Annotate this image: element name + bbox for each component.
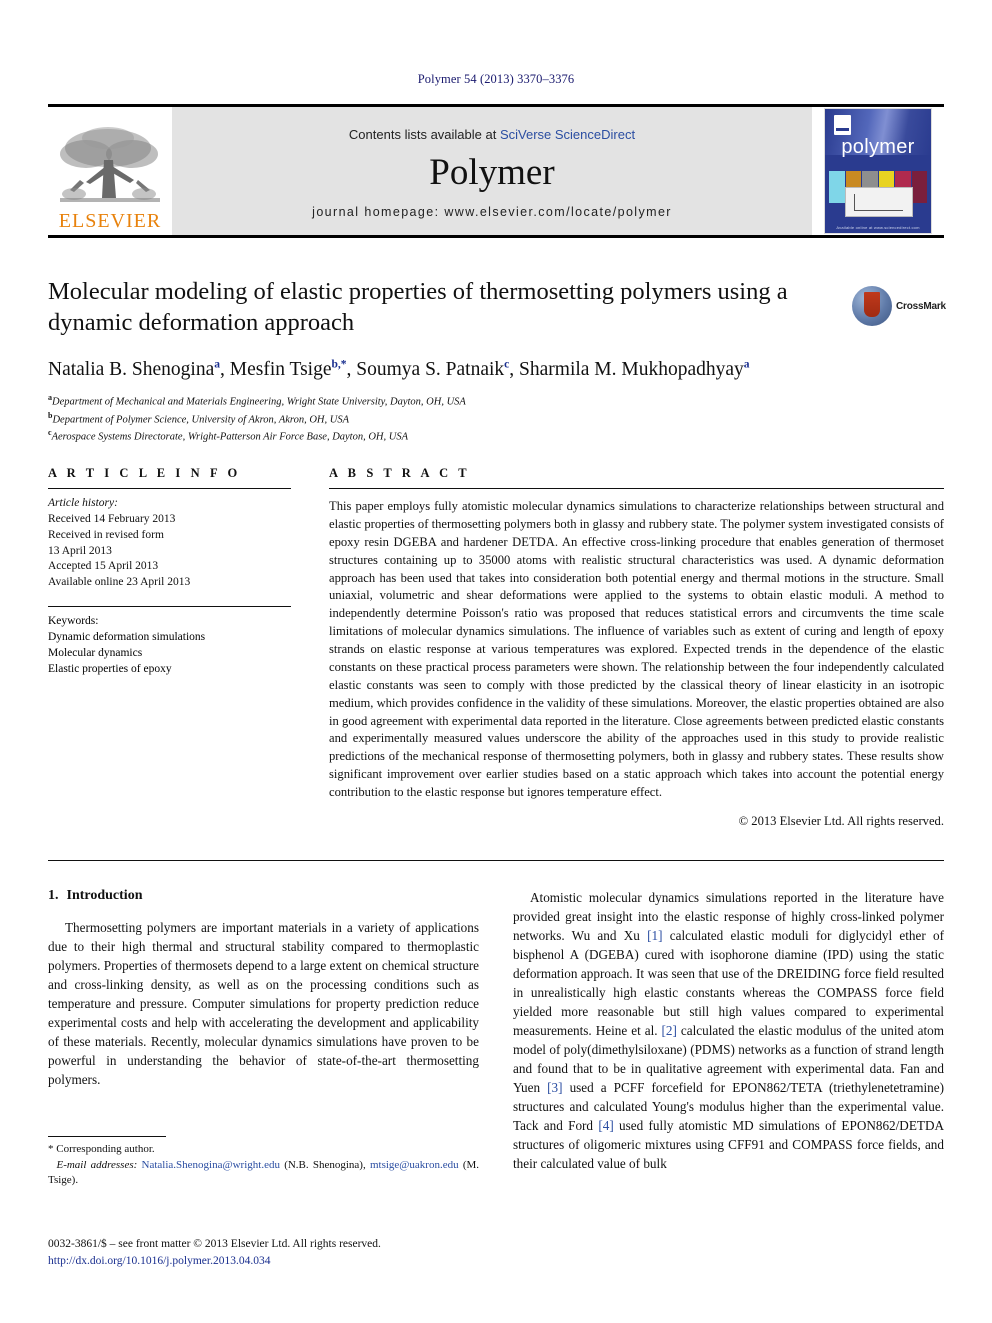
author-name: Mesfin Tsige <box>229 358 332 380</box>
journal-cover-thumbnail: polymer Available online at www.scienced… <box>812 107 944 235</box>
contents-available-line: Contents lists available at SciVerse Sci… <box>349 127 635 142</box>
paragraph: Atomistic molecular dynamics simulations… <box>513 888 944 1173</box>
affiliation-text: Department of Mechanical and Materials E… <box>52 396 466 408</box>
article-history-item: 13 April 2013 <box>48 544 112 557</box>
corresponding-author-note: * Corresponding author. <box>48 1143 155 1155</box>
abstract-copyright: © 2013 Elsevier Ltd. All rights reserved… <box>738 813 944 828</box>
affiliation-list: aDepartment of Mechanical and Materials … <box>48 392 944 445</box>
page-footer: 0032-3861/$ – see front matter © 2013 El… <box>48 1236 608 1271</box>
email-owner-1: (N.B. Shenogina), <box>284 1158 366 1171</box>
cover-journal-title: polymer <box>841 136 915 158</box>
info-abstract-row: A R T I C L E I N F O Article history: R… <box>48 466 944 829</box>
abstract-heading: A B S T R A C T <box>329 466 471 480</box>
body-column-right: Atomistic molecular dynamics simulations… <box>513 888 944 1182</box>
sciencedirect-link[interactable]: SciVerse ScienceDirect <box>500 127 635 142</box>
email-label: E-mail addresses: <box>56 1158 138 1171</box>
article-first-page: Polymer 54 (2013) 3370–3376 ELSEVIER Con… <box>0 0 992 1323</box>
title-block: Molecular modeling of elastic properties… <box>48 276 946 445</box>
citation-link[interactable]: [2] <box>662 1023 677 1038</box>
affiliation-item: cAerospace Systems Directorate, Wright-P… <box>48 427 944 445</box>
author-entry: Natalia B. Shenoginaa <box>48 358 221 380</box>
email-link-2[interactable]: mtsige@uakron.edu <box>370 1159 459 1171</box>
affiliation-item: bDepartment of Polymer Science, Universi… <box>48 410 944 428</box>
abstract-bottom-rule <box>48 860 944 861</box>
article-history-item: Received in revised form <box>48 528 164 541</box>
journal-masthead: ELSEVIER Contents lists available at Sci… <box>48 104 944 238</box>
section-number: 1. <box>48 888 59 903</box>
author-entry: Mesfin Tsigeb,* <box>229 358 347 380</box>
author-name: Soumya S. Patnaik <box>356 358 505 380</box>
article-history-label: Article history: <box>48 497 118 509</box>
article-info-column: A R T I C L E I N F O Article history: R… <box>48 466 291 829</box>
email-addresses-note: E-mail addresses: Natalia.Shenogina@wrig… <box>48 1158 479 1189</box>
elsevier-logo: ELSEVIER <box>48 107 172 235</box>
footnote-block: * Corresponding author. E-mail addresses… <box>48 1136 479 1189</box>
article-history-item: Available online 23 April 2013 <box>48 576 191 589</box>
article-info-heading: A R T I C L E I N F O <box>48 466 241 480</box>
running-head: Polymer 54 (2013) 3370–3376 <box>417 72 575 86</box>
doi-link[interactable]: http://dx.doi.org/10.1016/j.polymer.2013… <box>48 1253 608 1270</box>
citation-link[interactable]: [3] <box>547 1080 562 1095</box>
affiliation-text: Aerospace Systems Directorate, Wright-Pa… <box>51 431 409 443</box>
article-history-block: Article history: Received 14 February 20… <box>48 489 291 591</box>
author-affil-mark: c <box>504 358 510 371</box>
citation-link[interactable]: [1] <box>647 928 662 943</box>
crossmark-badge[interactable]: CrossMark <box>852 284 946 328</box>
author-affil-mark: b,* <box>331 358 347 371</box>
keyword-item: Dynamic deformation simulations <box>48 631 206 644</box>
paragraph: Thermosetting polymers are important mat… <box>48 920 479 1087</box>
cover-footer-text: Available online at www.sciencedirect.co… <box>836 225 920 230</box>
issn-front-matter-line: 0032-3861/$ – see front matter © 2013 El… <box>48 1238 381 1250</box>
page-title: Molecular modeling of elastic properties… <box>48 278 788 337</box>
article-history-item: Received 14 February 2013 <box>48 512 176 525</box>
keywords-label: Keywords: <box>48 615 99 628</box>
abstract-text: This paper employs fully atomistic molec… <box>329 499 944 799</box>
article-history-item: Accepted 15 April 2013 <box>48 560 159 573</box>
keyword-item: Elastic properties of epoxy <box>48 662 172 675</box>
paragraph-text: calculated elastic moduli for diglycidyl… <box>513 928 944 1038</box>
author-affil-mark: a <box>214 358 221 371</box>
elsevier-wordmark: ELSEVIER <box>58 210 162 232</box>
author-list: Natalia B. Shenoginaa, Mesfin Tsigeb,*, … <box>48 358 750 380</box>
journal-title: Polymer <box>429 152 555 193</box>
email-link-1[interactable]: Natalia.Shenogina@wright.edu <box>142 1159 280 1171</box>
crossmark-label: CrossMark <box>896 300 946 312</box>
cover-inset-figure <box>845 187 913 217</box>
affiliation-item: aDepartment of Mechanical and Materials … <box>48 392 944 410</box>
keywords-block: Keywords: Dynamic deformation simulation… <box>48 607 291 677</box>
section-title-text: Introduction <box>66 888 143 903</box>
author-entry: Soumya S. Patnaikc <box>356 358 510 380</box>
section-heading-introduction: 1. Introduction <box>48 888 479 904</box>
footnote-rule <box>48 1136 166 1137</box>
elsevier-tree-icon <box>60 127 160 202</box>
author-name: Sharmila M. Mukhopadhyay <box>519 358 744 380</box>
affiliation-text: Department of Polymer Science, Universit… <box>52 414 350 426</box>
author-affil-mark: a <box>743 358 750 371</box>
contents-prefix: Contents lists available at <box>348 127 500 142</box>
abstract-column: A B S T R A C T This paper employs fully… <box>329 466 944 829</box>
journal-homepage-link[interactable]: journal homepage: www.elsevier.com/locat… <box>312 205 672 219</box>
cover-elsevier-icon <box>834 115 851 135</box>
keyword-item: Molecular dynamics <box>48 646 143 659</box>
author-entry: Sharmila M. Mukhopadhyaya <box>519 358 750 380</box>
journal-band: Contents lists available at SciVerse Sci… <box>172 107 812 235</box>
citation-link[interactable]: [4] <box>598 1118 613 1133</box>
crossmark-icon <box>852 286 892 326</box>
author-name: Natalia B. Shenogina <box>48 358 215 380</box>
